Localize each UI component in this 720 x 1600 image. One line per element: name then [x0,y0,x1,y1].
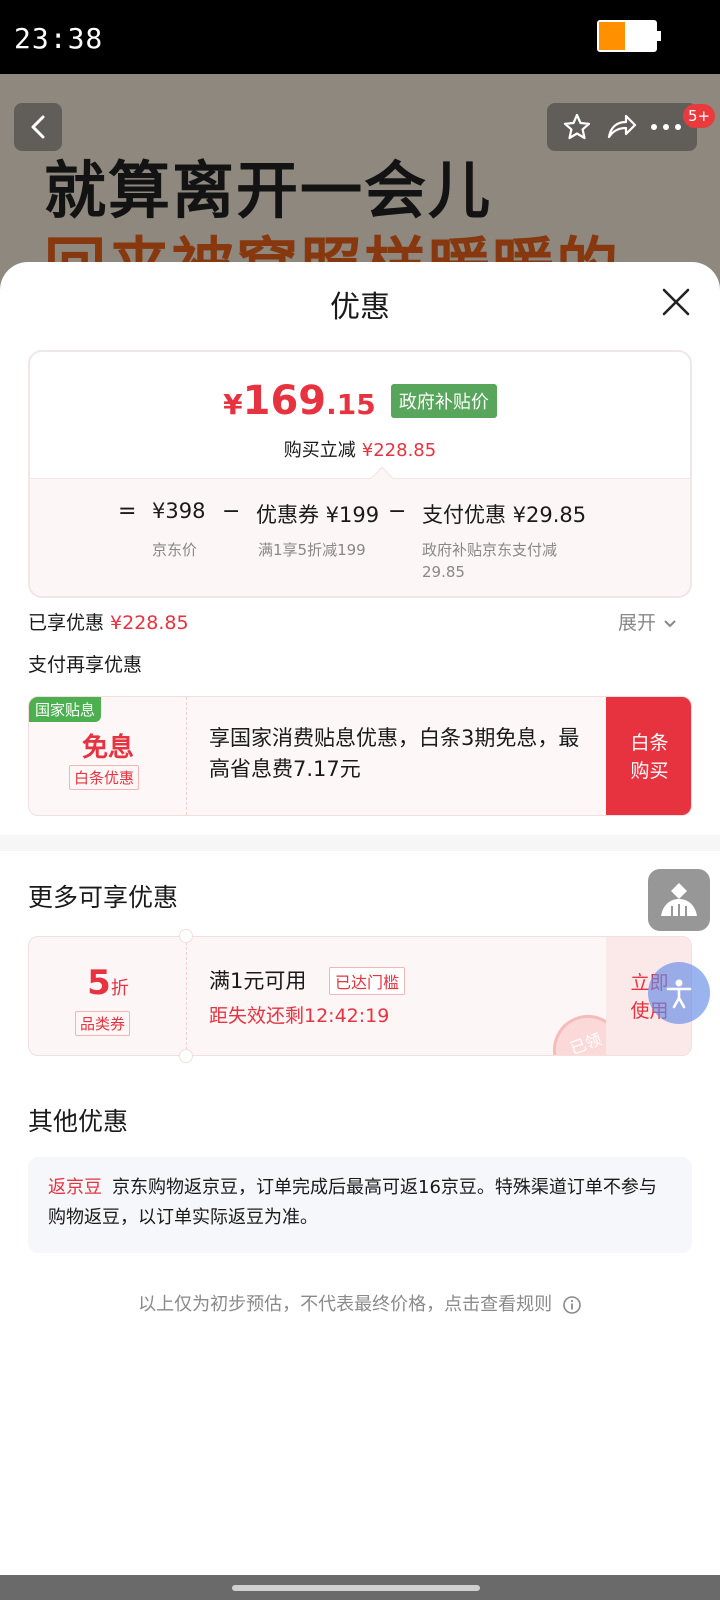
pay-discount-label: 政府补贴京东支付减 29.85 [422,541,558,581]
status-bar: 23:38 [0,0,720,74]
interest-free-title: 免息 [81,733,134,763]
minus-sign: − [388,499,407,524]
accessibility-icon [666,979,692,1009]
status-time: 23:38 [14,22,104,55]
jd-beans-label: 返京豆 [48,1177,102,1198]
coupon-notch-top [179,929,193,943]
minus-sign: − [222,499,241,524]
top-action-group [547,103,697,151]
coupon-card: 5折 品类券 满1元可用 已达门槛 距失效还剩12:42:19 已领 立即使用 [28,936,692,1056]
instant-discount: 购买立减 ¥228.85 [283,440,437,461]
jd-beans-box: 返京豆 京东购物返京豆，订单完成后最高可返16京豆。特殊渠道订单不参与购物返豆，以… [28,1157,692,1253]
coupon-value-label: 满1享5折减199 [258,541,366,559]
coupon-discount: 5折 [87,963,129,1003]
price-breakdown-card: ¥169.15 政府补贴价 购买立减 ¥228.85 = ¥398 京东价 − 优… [28,350,692,598]
other-offers-heading: 其他优惠 [28,1107,129,1136]
baitiao-buy-button[interactable]: 白条 购买 [606,697,691,815]
coupon-condition: 满1元可用 [209,969,307,993]
home-indicator[interactable] [232,1585,480,1591]
coupon-countdown: 距失效还剩12:42:19 [209,1005,390,1027]
enjoyed-discount: 已享优惠 ¥228.85 [28,612,189,634]
back-icon [31,115,45,139]
more-offers-heading: 更多可享优惠 [28,883,179,912]
final-price: ¥169.15 [223,378,376,424]
message-count-badge: 5+ [683,104,716,128]
jd-beans-text: 京东购物返京豆，订单完成后最高可返16京豆。特殊渠道订单不参与购物返豆，以订单实… [48,1177,657,1228]
rules-footnote[interactable]: 以上仅为初步预估，不代表最终价格，点击查看规则 [0,1290,720,1316]
accessibility-float-button[interactable] [648,962,710,1024]
pay-more-heading: 支付再享优惠 [28,654,143,676]
section-divider [0,835,720,851]
share-icon[interactable] [605,112,637,142]
floating-cart-button[interactable] [648,869,710,931]
pay-discount: 支付优惠 ¥29.85 [422,503,587,527]
back-button[interactable] [14,103,62,151]
formula-row: = ¥398 京东价 − 优惠券 ¥199 满1享5折减199 − 支付优惠 ¥… [30,478,690,596]
cart-float-icon [661,883,697,916]
baitiao-description: 享国家消费贴息优惠，白条3期免息，最高省息费7.17元 [209,726,580,781]
jd-price-label: 京东价 [152,541,198,559]
category-coupon-tag: 品类券 [75,1011,131,1036]
coupon-notch-bottom [179,1049,193,1063]
jd-price: ¥398 [152,499,206,523]
coupon-value: 优惠券 ¥199 [256,503,380,527]
star-icon[interactable] [562,112,592,142]
more-icon[interactable] [650,122,682,132]
info-icon [563,1296,581,1314]
sheet-title: 优惠 [330,290,390,325]
equals-sign: = [118,499,137,524]
gesture-nav-bar [0,1575,720,1600]
chevron-down-icon [664,619,676,627]
threshold-reached-tag: 已达门槛 [329,967,406,995]
expand-toggle[interactable]: 展开 [618,608,678,635]
close-icon [662,288,690,316]
discount-sheet: 优惠 ¥169.15 政府补贴价 购买立减 ¥228.85 = ¥398 京东价 … [0,262,720,1575]
national-subsidy-tag: 国家贴息 [29,697,102,722]
baitiao-tag: 白条优惠 [69,765,140,790]
gov-subsidy-tag: 政府补贴价 [390,384,497,418]
baitiao-offer-card: 国家贴息 免息 白条优惠 享国家消费贴息优惠，白条3期免息，最高省息费7.17元… [28,696,692,816]
battery-icon [597,20,661,52]
close-button[interactable] [660,286,692,318]
